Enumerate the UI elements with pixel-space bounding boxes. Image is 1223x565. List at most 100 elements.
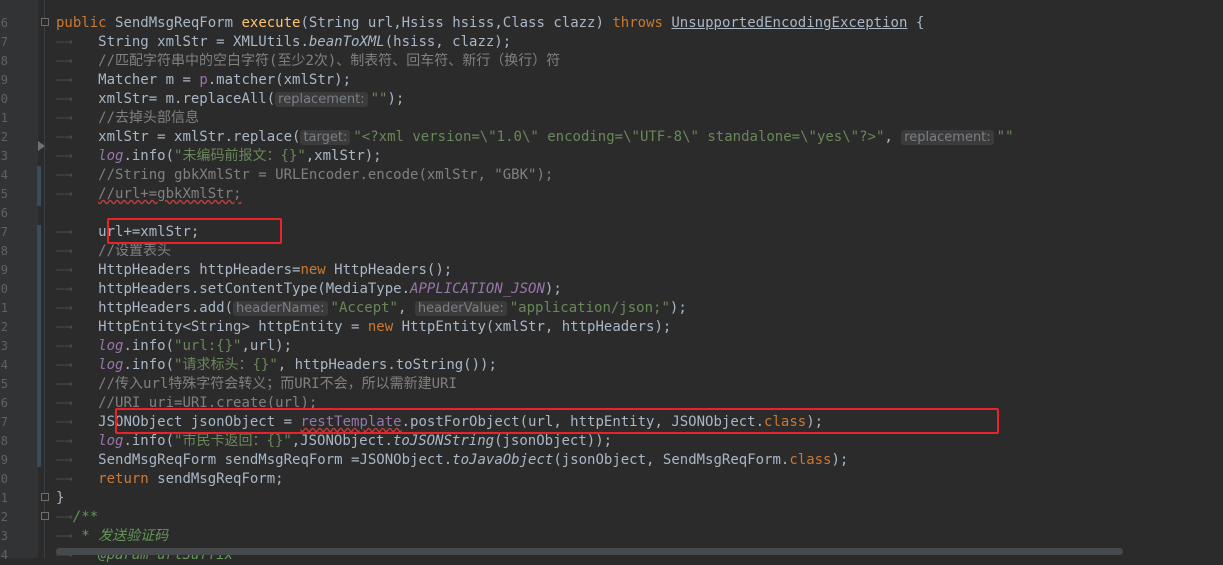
string-literal: "" <box>370 91 388 107</box>
field-ref: log <box>98 433 124 449</box>
line-number: 8 <box>0 54 8 68</box>
param-hint: headerValue: <box>414 301 507 316</box>
param-hint: target: <box>300 130 351 145</box>
line-number: 6 <box>0 16 8 30</box>
code-text: (jsonObject, SendMsgReqForm. <box>553 452 790 468</box>
code-line: —→ log.info("市民卡返回：{}",JSONObject.toJSON… <box>56 433 613 449</box>
line-number: 7 <box>0 415 8 429</box>
code-text: httpHeaders.setContentType(MediaType. <box>98 281 411 297</box>
horizontal-scrollbar[interactable] <box>56 548 1123 555</box>
line-number: 9 <box>0 263 8 277</box>
string-literal: "市民卡返回：{}" <box>174 433 292 449</box>
line-number: 8 <box>0 434 8 448</box>
code-text: SendMsgReqForm sendMsgReqForm =JSONObjec… <box>98 452 453 468</box>
keyword: new <box>300 262 326 278</box>
code-line: —→ log.info("未编码前报文：{}",xmlStr); <box>56 148 382 164</box>
code-text: , <box>884 129 902 145</box>
code-line: —→/** <box>56 509 99 525</box>
line-number: 1 <box>0 491 8 505</box>
static-field: APPLICATION_JSON <box>410 281 545 297</box>
line-number: 9 <box>0 73 8 87</box>
field-ref: log <box>98 357 124 373</box>
code-text: (jsonObject)); <box>494 433 613 449</box>
static-method: beanToXML <box>308 34 385 50</box>
vcs-change-marker[interactable] <box>37 166 41 206</box>
keyword: return <box>98 471 149 487</box>
line-number: 5 <box>0 377 8 391</box>
code-line: —→ //设置表头 <box>56 243 172 259</box>
code-text: ); <box>669 300 687 316</box>
keyword: throws <box>612 15 663 31</box>
code-text: ,JSONObject. <box>291 433 393 449</box>
comment: //去掉头部信息 <box>98 110 200 126</box>
line-number: 6 <box>0 206 8 220</box>
code-text: HttpEntity<String> httpEntity = <box>98 319 368 335</box>
collapse-arrow-icon[interactable] <box>38 141 45 151</box>
line-number: 4 <box>0 548 8 562</box>
code-text: (hsiss, clazz); <box>384 34 512 50</box>
static-method: toJSONString <box>392 433 495 449</box>
brace: } <box>56 490 65 506</box>
code-text: .matcher(xmlStr); <box>207 72 352 88</box>
fold-toggle-icon[interactable] <box>41 512 49 520</box>
code-text: HttpHeaders httpHeaders= <box>98 262 301 278</box>
line-number: 2 <box>0 510 8 524</box>
highlight-box-url-concat <box>107 218 282 244</box>
code-line: } <box>56 489 1223 508</box>
code-line: —→ HttpHeaders httpHeaders=new HttpHeade… <box>56 262 453 278</box>
params: (String url,Hsiss hsiss,Class clazz) <box>300 15 604 31</box>
code-line: —→ SendMsgReqForm sendMsgReqForm =JSONOb… <box>56 452 849 468</box>
code-line: —→ //匹配字符串中的空白字符(至少2次)、制表符、回车符、新行（换行）符 <box>56 53 561 69</box>
code-line: public SendMsgReqForm execute(String url… <box>56 14 1223 33</box>
code-line: —→ //String gbkXmlStr = URLEncoder.encod… <box>56 167 554 183</box>
line-number: 0 <box>0 472 8 486</box>
string-literal: "Accept" <box>330 300 398 316</box>
fold-guide <box>44 0 45 558</box>
code-text: , <box>397 300 415 316</box>
code-text: xmlStr = xmlStr.replace( <box>98 129 301 145</box>
code-line: —→ //传入url特殊字符会转义；而URI不会，所以需新建URI <box>56 376 457 392</box>
code-text: ,xmlStr); <box>305 148 382 164</box>
code-text: HttpEntity(xmlStr, httpHeaders); <box>393 319 672 335</box>
static-method: toJavaObject <box>452 452 554 468</box>
code-text: Matcher m = <box>98 72 200 88</box>
line-number: 3 <box>0 529 8 543</box>
code-text: .info( <box>123 148 175 164</box>
field-ref: p <box>199 72 208 88</box>
code-line: —→ log.info("请求标头：{}", httpHeaders.toStr… <box>56 357 497 373</box>
string-literal: "未编码前报文：{}" <box>174 148 306 164</box>
vcs-change-marker[interactable] <box>37 225 41 467</box>
keyword: new <box>367 319 394 335</box>
keyword: public <box>56 15 107 31</box>
field-ref: log <box>98 148 124 164</box>
code-text: ,url); <box>241 338 293 354</box>
code-text: , httpHeaders.toString()); <box>277 357 497 373</box>
param-hint: replacement: <box>275 92 368 107</box>
code-line: —→ //去掉头部信息 <box>56 110 200 126</box>
field-ref: log <box>98 338 124 354</box>
exception-name: UnsupportedEncodingException <box>671 15 908 31</box>
line-number: 3 <box>0 339 8 353</box>
line-number: 2 <box>0 130 8 144</box>
code-editor[interactable]: public SendMsgReqForm execute(String url… <box>56 14 1223 565</box>
line-number: 6 <box>0 396 8 410</box>
line-number: 9 <box>0 453 8 467</box>
comment: //传入url特殊字符会转义；而URI不会，所以需新建URI <box>98 376 457 392</box>
comment: //设置表头 <box>98 243 172 259</box>
code-text: .info( <box>123 357 175 373</box>
code-line: —→ httpHeaders.add(headerName: "Accept", … <box>56 300 687 316</box>
fold-toggle-icon[interactable] <box>41 493 49 501</box>
type-name: SendMsgReqForm <box>115 15 234 31</box>
highlight-box-post-request <box>115 408 999 434</box>
code-text: String xmlStr = XMLUtils. <box>98 34 309 50</box>
code-line: —→ return sendMsgReqForm; <box>56 471 284 487</box>
code-line: —→ httpHeaders.setContentType(MediaType.… <box>56 281 562 297</box>
code-text: ); <box>831 452 849 468</box>
code-line: —→ //url+=gbkXmlStr; <box>56 186 242 202</box>
code-line: —→ log.info("url:{}",url); <box>56 338 293 354</box>
brace: { <box>907 15 925 31</box>
code-line: —→ * 发送验证码 <box>56 528 169 544</box>
line-number: 1 <box>0 111 8 125</box>
keyword: class <box>789 452 832 468</box>
fold-toggle-icon[interactable] <box>41 18 49 26</box>
